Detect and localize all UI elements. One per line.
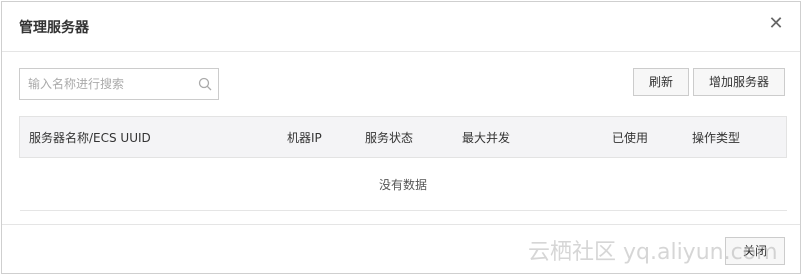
search-input[interactable] — [20, 69, 206, 99]
table-header-row: 服务器名称/ECS UUID 机器IP 服务状态 最大并发 已使用 操作类型 — [19, 116, 787, 158]
empty-row: 没有数据 — [19, 157, 787, 211]
servers-table: 服务器名称/ECS UUID 机器IP 服务状态 最大并发 已使用 操作类型 没… — [19, 116, 787, 211]
dialog-footer: 关闭 — [2, 224, 800, 275]
empty-text: 没有数据 — [19, 157, 787, 211]
dialog-title: 管理服务器 — [19, 20, 89, 36]
close-button[interactable]: 关闭 — [725, 237, 785, 265]
toolbar: 刷新 增加服务器 — [19, 68, 785, 102]
add-server-button[interactable]: 增加服务器 — [693, 68, 785, 96]
column-header-max-concurrency[interactable]: 最大并发 — [462, 116, 612, 158]
dialog-header: 管理服务器 ✕ — [2, 2, 800, 52]
column-header-used[interactable]: 已使用 — [612, 116, 692, 158]
search-box — [19, 68, 219, 100]
refresh-button[interactable]: 刷新 — [633, 68, 689, 96]
manage-servers-dialog: 管理服务器 ✕ 刷新 增加服务器 服务器名称/ECS UUID 机器IP 服务状… — [1, 1, 801, 274]
column-header-name[interactable]: 服务器名称/ECS UUID — [19, 116, 287, 158]
search-icon[interactable] — [198, 77, 212, 91]
column-header-operation-type[interactable]: 操作类型 — [692, 116, 787, 158]
column-header-ip[interactable]: 机器IP — [287, 116, 365, 158]
close-icon[interactable]: ✕ — [768, 14, 784, 34]
column-header-status[interactable]: 服务状态 — [365, 116, 462, 158]
